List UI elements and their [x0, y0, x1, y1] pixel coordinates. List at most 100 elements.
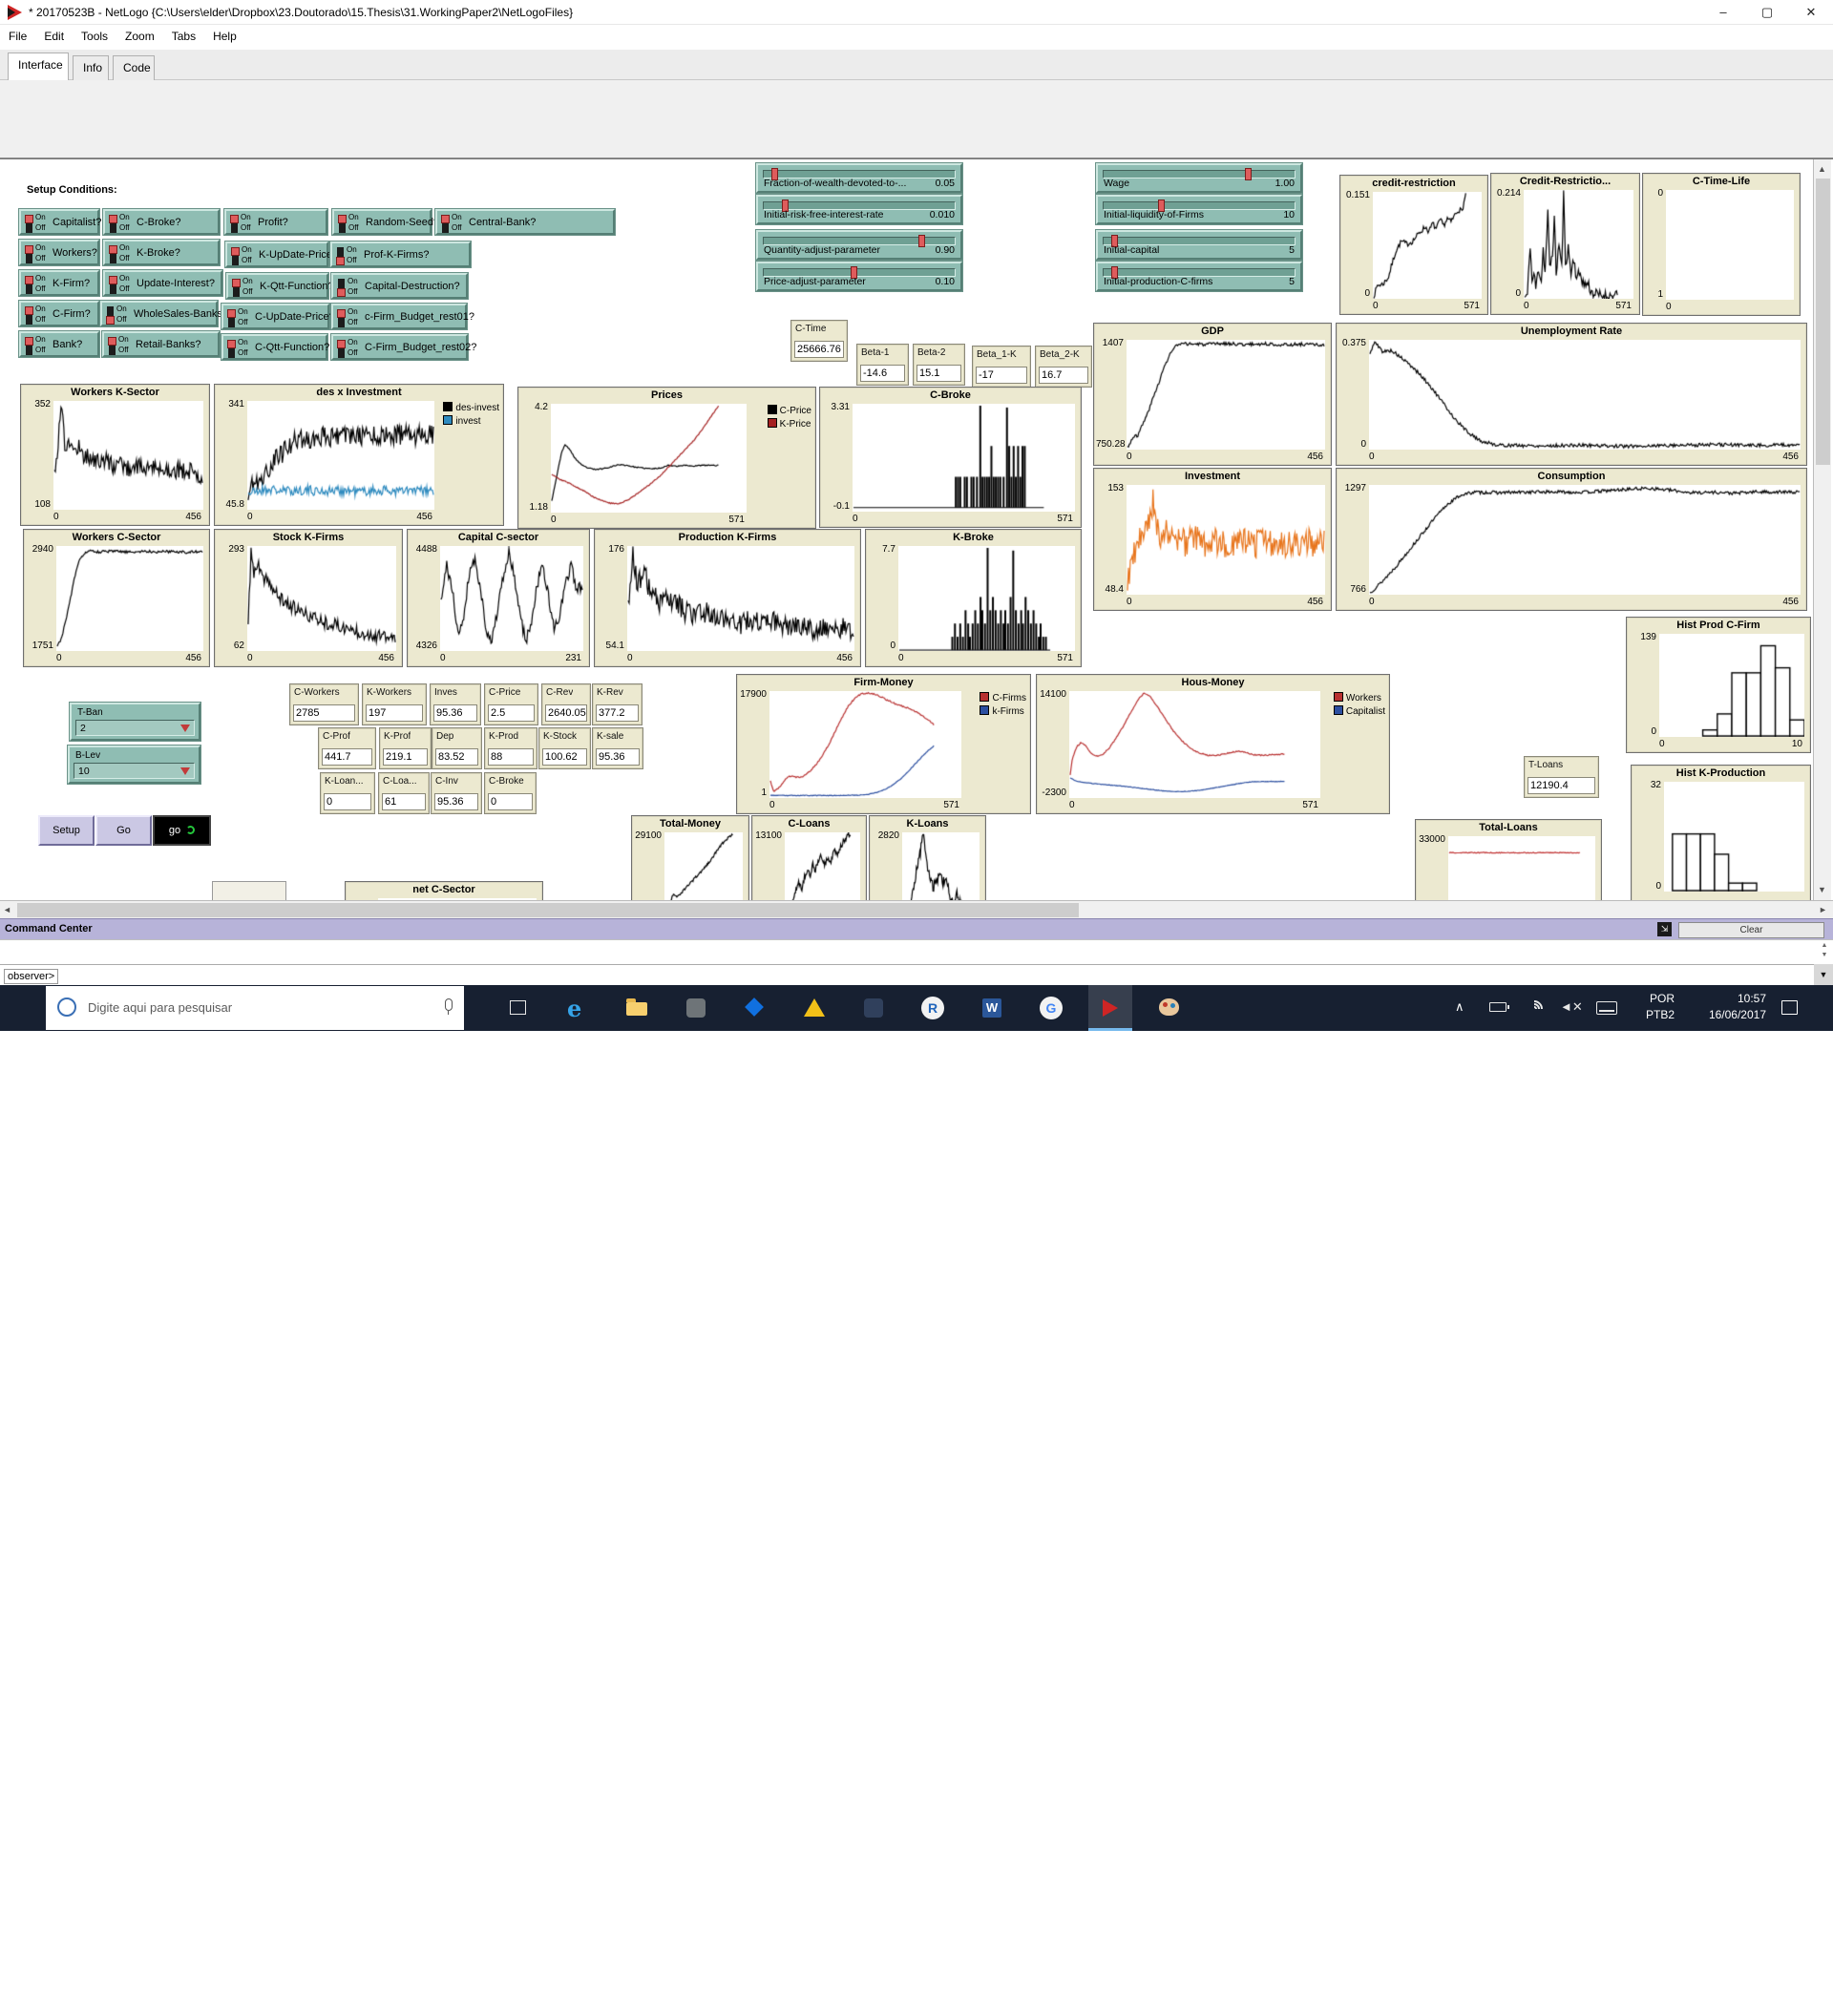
switch-c-firm-budget-rest02[interactable]: On Off C-Firm_Budget_rest02?	[331, 334, 476, 360]
switch-knob[interactable]	[108, 337, 116, 346]
tray-chevron-icon[interactable]: ∧	[1455, 999, 1464, 1015]
warning-app-icon[interactable]	[792, 985, 836, 1031]
switch-knob[interactable]	[109, 276, 117, 284]
chooser-t-ban[interactable]: T-Ban 2	[70, 703, 200, 741]
go-button[interactable]: Go	[95, 815, 152, 846]
scroll-up-icon[interactable]: ▲	[1818, 164, 1826, 174]
scroll-down-icon[interactable]: ▼	[1818, 885, 1826, 894]
switch-k-broke[interactable]: On Off K-Broke?	[103, 240, 220, 265]
battery-icon[interactable]	[1489, 1002, 1509, 1012]
paint-icon[interactable]	[1148, 985, 1191, 1031]
history-dropdown-icon[interactable]: ▼	[1814, 964, 1833, 985]
switch-central-bank[interactable]: On Off Central-Bank?	[435, 209, 615, 235]
menu-help[interactable]: Help	[204, 25, 245, 48]
switch-knob[interactable]	[227, 340, 236, 348]
slider-fraction-of-wealth-devoted-to[interactable]: Fraction-of-wealth-devoted-to-... 0.05	[756, 163, 962, 193]
switch-random-seed[interactable]: On Off Random-Seed?	[332, 209, 439, 235]
switch-k-firm[interactable]: On Off K-Firm?	[19, 270, 99, 296]
switch-retail-banks[interactable]: On Off Retail-Banks?	[102, 331, 220, 357]
wifi-icon[interactable]	[1522, 997, 1547, 1021]
switch-knob[interactable]	[25, 337, 33, 346]
microphone-icon[interactable]	[445, 998, 453, 1015]
switch-knob[interactable]	[336, 257, 345, 265]
scroll-right-icon[interactable]: ►	[1819, 905, 1827, 914]
switch-c-qtt-function[interactable]: On Off C-Qtt-Function?	[221, 334, 329, 360]
switch-c-firm-budget-rest01[interactable]: On Off c-Firm_Budget_rest01?	[331, 304, 474, 329]
switch-update-interest[interactable]: On Off Update-Interest?	[103, 270, 222, 296]
switch-knob[interactable]	[227, 309, 236, 318]
maximize-button[interactable]: ▢	[1745, 0, 1789, 25]
slider-initial-capital[interactable]: Initial-capital 5	[1096, 230, 1302, 260]
tab-interface[interactable]: Interface	[8, 52, 69, 80]
command-center-output[interactable]	[0, 939, 1833, 964]
switch-knob[interactable]	[109, 245, 117, 254]
start-button[interactable]	[0, 1970, 44, 2016]
slider-initial-liquidity-of-firms[interactable]: Initial-liquidity-of-Firms 10	[1096, 195, 1302, 224]
switch-knob[interactable]	[25, 215, 33, 223]
notification-icon[interactable]	[1781, 1000, 1798, 1015]
go-button[interactable]: go	[153, 815, 211, 846]
r-app-icon[interactable]: R	[911, 985, 955, 1031]
slider-price-adjust-parameter[interactable]: Price-adjust-parameter 0.10	[756, 262, 962, 291]
switch-knob[interactable]	[337, 309, 346, 318]
switch-workers[interactable]: On Off Workers?	[19, 240, 99, 265]
menu-file[interactable]: File	[0, 25, 35, 48]
dropbox-icon[interactable]	[733, 985, 777, 1031]
switch-knob[interactable]	[337, 288, 346, 297]
vertical-scrollbar-thumb[interactable]	[1816, 178, 1830, 465]
vertical-scrollbar[interactable]: ▲ ▼	[1813, 159, 1831, 900]
slider-thumb[interactable]	[917, 235, 925, 247]
minimize-button[interactable]: –	[1701, 0, 1745, 25]
horizontal-scrollbar-thumb[interactable]	[17, 903, 1079, 917]
switch-capital-destruction[interactable]: On Off Capital-Destruction?	[331, 273, 468, 299]
close-button[interactable]: ✕	[1789, 0, 1833, 25]
language-indicator[interactable]: POR PTB2	[1625, 991, 1675, 1023]
clear-button[interactable]: Clear	[1678, 922, 1824, 938]
netlogo-icon[interactable]	[1088, 985, 1132, 1031]
switch-knob[interactable]	[441, 215, 450, 223]
switch-knob[interactable]	[232, 279, 241, 287]
task-view-icon[interactable]	[496, 985, 540, 1031]
g-app-icon[interactable]: G	[1029, 985, 1073, 1031]
tab-code[interactable]: Code	[113, 55, 155, 80]
switch-knob[interactable]	[25, 306, 33, 315]
switch-knob[interactable]	[338, 215, 347, 223]
word-icon[interactable]: W	[970, 985, 1014, 1031]
switch-knob[interactable]	[109, 215, 117, 223]
switch-prof-k-firms[interactable]: On Off Prof-K-Firms?	[330, 242, 471, 267]
slider-initial-risk-free-interest-rate[interactable]: Initial-risk-free-interest-rate 0.010	[756, 195, 962, 224]
menu-edit[interactable]: Edit	[35, 25, 73, 48]
horizontal-scrollbar[interactable]: ◄ ►	[0, 900, 1833, 918]
clock-indicator[interactable]: 10:57 16/06/2017	[1678, 991, 1766, 1023]
file-explorer-icon[interactable]	[615, 985, 659, 1031]
edge-icon[interactable]: e	[556, 985, 600, 1031]
scroll-left-icon[interactable]: ◄	[3, 905, 11, 914]
menu-tabs[interactable]: Tabs	[163, 25, 204, 48]
switch-knob[interactable]	[230, 215, 239, 223]
switch-knob[interactable]	[25, 245, 33, 254]
chooser-value[interactable]: 10	[74, 763, 195, 779]
gray-app-icon[interactable]	[674, 985, 718, 1031]
tab-info[interactable]: Info	[73, 55, 109, 80]
setup-button[interactable]: Setup	[38, 815, 95, 846]
menu-tools[interactable]: Tools	[73, 25, 116, 48]
chooser-b-lev[interactable]: B-Lev 10	[68, 746, 200, 784]
taskbar-search[interactable]: Digite aqui para pesquisar	[46, 986, 464, 1030]
switch-c-update-price[interactable]: On Off C-UpDate-Price?	[221, 304, 335, 329]
switch-knob[interactable]	[25, 276, 33, 284]
switch-k-qtt-function[interactable]: On Off K-Qtt-Function?	[226, 273, 334, 299]
switch-c-firm[interactable]: On Off C-Firm?	[19, 301, 99, 326]
chooser-value[interactable]: 2	[75, 720, 195, 736]
output-scroll-arrows[interactable]: ▲ ▼	[1818, 941, 1831, 962]
switch-c-broke[interactable]: On Off C-Broke?	[103, 209, 220, 235]
slider-track[interactable]	[1103, 170, 1296, 178]
slider-initial-production-c-firms[interactable]: Initial-production-C-firms 5	[1096, 262, 1302, 291]
switch-wholesales-banks[interactable]: On Off WholeSales-Banks?	[100, 301, 228, 326]
switch-knob[interactable]	[106, 316, 115, 325]
slider-wage[interactable]: Wage 1.00	[1096, 163, 1302, 193]
switch-capitalist[interactable]: On Off Capitalist?	[19, 209, 101, 235]
observer-input-row[interactable]: observer>	[0, 964, 1833, 985]
switch-knob[interactable]	[337, 340, 346, 348]
expand-icon[interactable]: ⇲	[1657, 922, 1672, 936]
keyboard-icon[interactable]	[1596, 1001, 1617, 1015]
